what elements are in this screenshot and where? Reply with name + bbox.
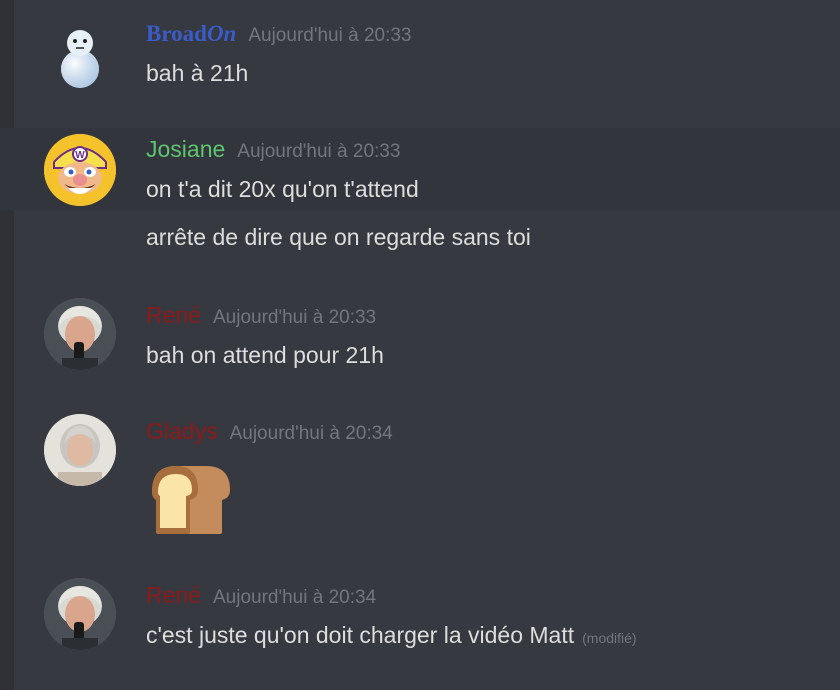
message-text-content: c'est juste qu'on doit charger la vidéo … [146,622,575,648]
message-text: bah on attend pour 21h [146,342,384,368]
snowman-icon [61,30,99,88]
author-name-text: Josiane [146,136,226,162]
avatar[interactable] [44,578,116,650]
message-text: on t'a dit 20x qu'on t'attend [146,176,419,202]
author-name[interactable]: René Aujourd'hui à 20:34 [146,582,376,609]
man-with-microphone-avatar [44,578,116,650]
avatar[interactable] [44,298,116,370]
edited-label: (modifié) [582,630,637,646]
author-name-suffix: On [206,21,237,46]
author-name-text: René [146,582,201,608]
timestamp[interactable]: Aujourd'hui à 20:34 [213,587,376,608]
message-text: arrête de dire que on regarde sans toi [146,224,531,250]
timestamp[interactable]: Aujourd'hui à 20:33 [237,141,400,162]
timestamp[interactable]: Aujourd'hui à 20:34 [230,423,393,444]
author-name-part: Broad [146,21,207,46]
avatar[interactable] [44,414,116,486]
svg-text:W: W [75,150,85,161]
timestamp[interactable]: Aujourd'hui à 20:33 [213,307,376,328]
timestamp[interactable]: Aujourd'hui à 20:33 [248,25,411,46]
message-text: bah à 21h [146,60,249,86]
avatar[interactable]: W [44,134,116,206]
author-name-text: René [146,302,201,328]
man-with-microphone-avatar [44,298,116,370]
author-name[interactable]: Gladys Aujourd'hui à 20:34 [146,418,393,445]
message-text: c'est juste qu'on doit charger la vidéo … [146,622,637,649]
author-name[interactable]: René Aujourd'hui à 20:33 [146,302,376,329]
wario-avatar: W [44,134,116,206]
woman-portrait-avatar [44,414,116,486]
author-name-text: Gladys [146,418,218,444]
message-group: W Josiane Aujourd'hui à 20:33 on t'a dit … [0,128,840,274]
message-group: Gladys Aujourd'hui à 20:34 [0,408,840,548]
message-group: René Aujourd'hui à 20:34 c'est juste qu'o… [0,572,840,672]
message-group: BroadOn Aujourd'hui à 20:33 bah à 21h [0,0,840,110]
author-name[interactable]: Josiane Aujourd'hui à 20:33 [146,136,400,163]
author-name[interactable]: BroadOn Aujourd'hui à 20:33 [146,20,412,47]
avatar[interactable] [44,22,116,94]
message-group: René Aujourd'hui à 20:33 bah on attend po… [0,292,840,384]
bread-emoji[interactable] [146,462,234,536]
